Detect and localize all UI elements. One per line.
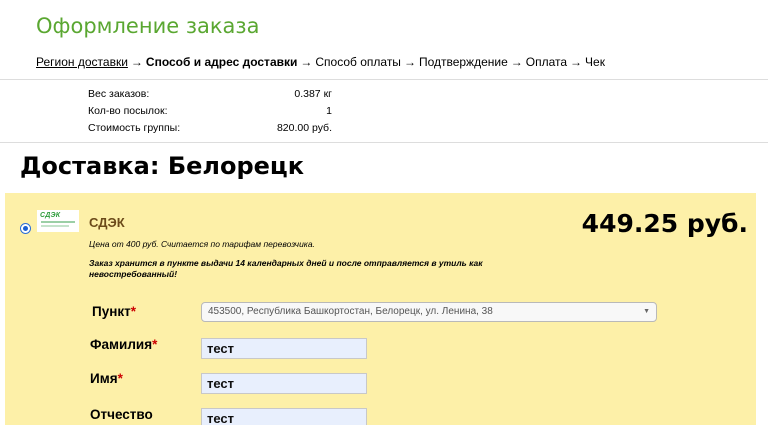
summary-label: Кол-во посылок: bbox=[88, 105, 168, 117]
price-note: Цена от 400 руб. Считается по тарифам пе… bbox=[89, 239, 315, 249]
carrier-name: СДЭК bbox=[89, 215, 125, 230]
breadcrumb-arrow: → bbox=[403, 55, 416, 69]
divider bbox=[0, 79, 768, 80]
order-summary: Вес заказов: 0.387 кг Кол-во посылок: 1 … bbox=[88, 86, 332, 137]
summary-row-cost: Стоимость группы: 820.00 руб. bbox=[88, 120, 332, 137]
patronymic-label: Отчество bbox=[90, 407, 153, 422]
delivery-heading: Доставка: Белорецк bbox=[20, 152, 304, 180]
required-mark: * bbox=[130, 304, 136, 319]
point-label-text: Пункт bbox=[92, 304, 131, 319]
breadcrumb-step-payment: Оплата bbox=[525, 55, 568, 69]
point-label: Пункт* bbox=[92, 304, 136, 319]
breadcrumb-step-payment-method: Способ оплаты bbox=[315, 55, 401, 69]
last-name-label: Фамилия* bbox=[90, 337, 157, 352]
carrier-radio[interactable] bbox=[20, 223, 31, 234]
storage-note: Заказ хранится в пункте выдачи 14 календ… bbox=[89, 258, 483, 279]
carrier-option-cdek: СДЭК СДЭК 449.25 руб. Цена от 400 руб. С… bbox=[5, 193, 756, 425]
breadcrumb-step-receipt: Чек bbox=[585, 55, 605, 69]
carrier-price: 449.25 руб. bbox=[581, 209, 748, 238]
last-name-input[interactable]: тест bbox=[201, 338, 367, 359]
summary-label: Стоимость группы: bbox=[88, 122, 181, 134]
breadcrumb-step-confirmation: Подтверждение bbox=[418, 55, 508, 69]
divider bbox=[0, 142, 768, 143]
breadcrumb-arrow: → bbox=[510, 55, 523, 69]
breadcrumb-arrow: → bbox=[570, 55, 583, 69]
summary-row-parcels: Кол-во посылок: 1 bbox=[88, 103, 332, 120]
summary-label: Вес заказов: bbox=[88, 88, 150, 100]
breadcrumb-arrow: → bbox=[130, 55, 143, 69]
summary-row-weight: Вес заказов: 0.387 кг bbox=[88, 86, 332, 103]
summary-value: 820.00 руб. bbox=[276, 122, 332, 134]
breadcrumb-region-link[interactable]: Регион доставки bbox=[36, 55, 128, 69]
logo-stripe bbox=[41, 225, 69, 227]
chevron-down-icon: ▼ bbox=[643, 308, 650, 315]
patronymic-label-text: Отчество bbox=[90, 407, 153, 422]
first-name-input[interactable]: тест bbox=[201, 373, 367, 394]
cdek-logo-text: СДЭК bbox=[40, 212, 61, 219]
required-mark: * bbox=[152, 337, 158, 352]
summary-value: 0.387 кг bbox=[294, 88, 332, 100]
cdek-logo: СДЭК bbox=[37, 210, 79, 232]
breadcrumb: Регион доставки → Способ и адрес доставки →… bbox=[36, 55, 605, 69]
page-title: Оформление заказа bbox=[36, 14, 260, 38]
first-name-label: Имя* bbox=[90, 371, 123, 386]
pickup-point-value: 453500, Республика Башкортостан, Белорец… bbox=[208, 306, 493, 317]
first-name-label-text: Имя bbox=[90, 371, 118, 386]
summary-value: 1 bbox=[326, 105, 332, 117]
required-mark: * bbox=[117, 371, 123, 386]
patronymic-input[interactable]: тест bbox=[201, 408, 367, 425]
logo-stripe bbox=[41, 221, 75, 223]
breadcrumb-arrow: → bbox=[300, 55, 313, 69]
breadcrumb-current-step: Способ и адрес доставки bbox=[145, 55, 298, 69]
last-name-label-text: Фамилия bbox=[90, 337, 153, 352]
pickup-point-select[interactable]: 453500, Республика Башкортостан, Белорец… bbox=[201, 302, 657, 322]
